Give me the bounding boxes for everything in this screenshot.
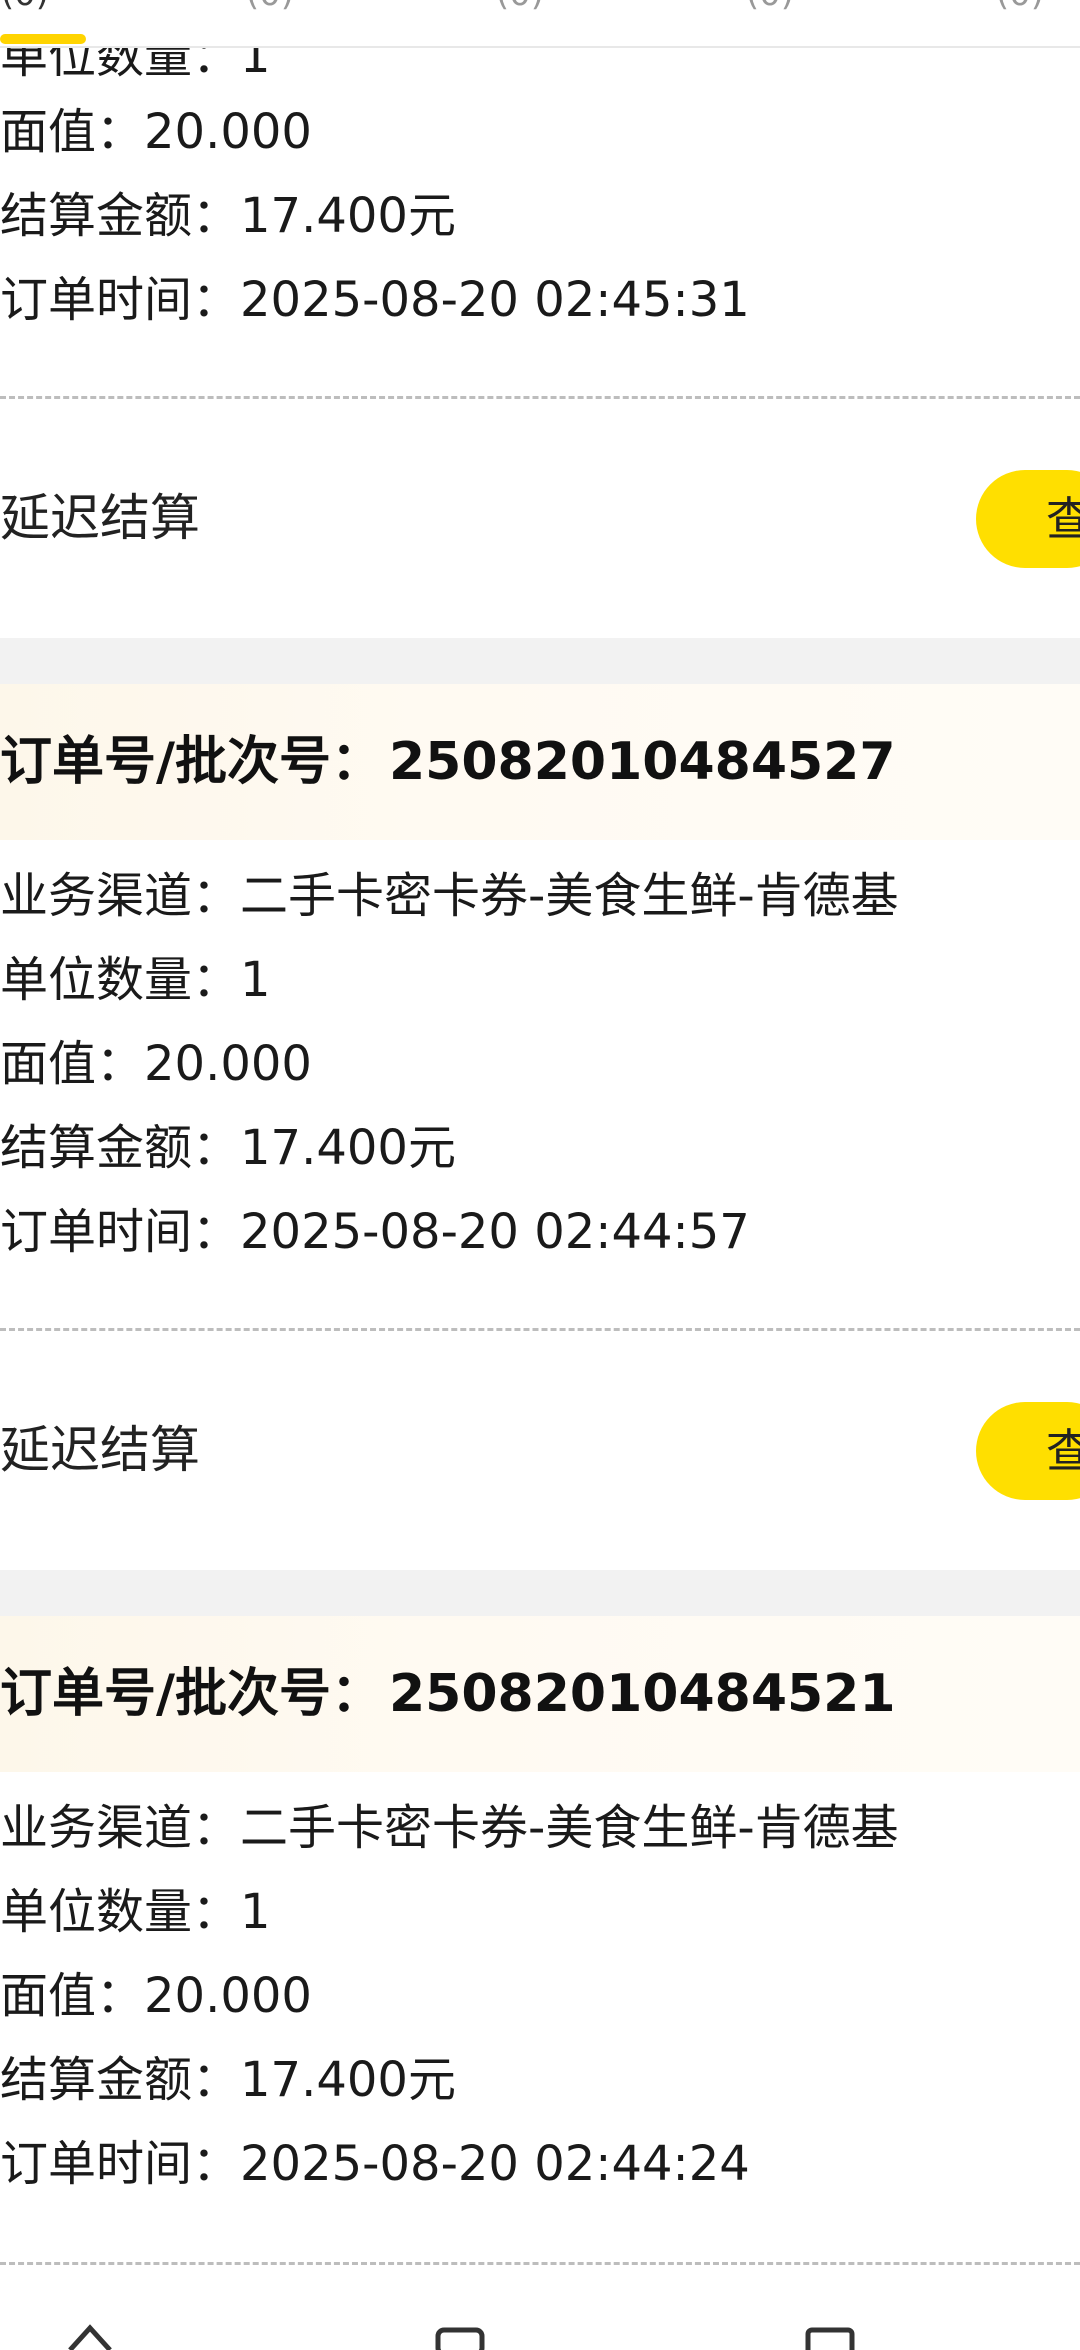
order-number-label: 订单号/批次号： (0, 732, 383, 792)
face-value-label: 面值： (0, 1968, 145, 2024)
face-value-value: 20.000 (144, 1036, 312, 1092)
order-number-value: 25082010484527 (389, 732, 896, 792)
settle-amount-value: 17.400元 (240, 188, 456, 244)
order-time-label: 订单时间： (0, 2136, 241, 2192)
order-time-label: 订单时间： (0, 272, 241, 328)
tab-3[interactable]: (0) (485, 0, 555, 14)
settlement-status: 延迟结算 (0, 1421, 200, 1479)
divider (0, 1328, 1080, 1331)
active-tab-indicator (0, 34, 86, 44)
settle-amount-label: 结算金额： (0, 2052, 241, 2108)
tab-1[interactable]: (0) (0, 0, 60, 14)
bottom-nav (0, 2280, 1080, 2350)
quantity-value: 1 (240, 952, 271, 1008)
order-time-row: 订单时间：2025-08-20 02:44:57 (0, 1204, 750, 1260)
settle-amount-row: 结算金额：17.400元 (0, 188, 456, 244)
view-button[interactable]: 查 (976, 470, 1080, 568)
order-time-row: 订单时间：2025-08-20 02:45:31 (0, 272, 750, 328)
settle-amount-value: 17.400元 (240, 1120, 456, 1176)
quantity-label: 单位数量： (0, 952, 241, 1008)
order-number: 订单号/批次号： 25082010484527 (0, 732, 896, 792)
section-gap (0, 638, 1080, 684)
orders-icon[interactable] (430, 2320, 490, 2350)
settle-amount-row: 结算金额：17.400元 (0, 1120, 456, 1176)
channel-label: 业务渠道： (0, 1800, 241, 1856)
profile-icon[interactable] (800, 2320, 860, 2350)
quantity-row: 单位数量：1 (0, 952, 271, 1008)
tab-5[interactable]: (0) (985, 0, 1055, 14)
order-number-label: 订单号/批次号： (0, 1664, 383, 1724)
section-gap (0, 1570, 1080, 1616)
order-time-value: 2025-08-20 02:44:57 (240, 1204, 750, 1260)
divider (0, 2262, 1080, 2265)
order-time-value: 2025-08-20 02:44:24 (240, 2136, 750, 2192)
settle-amount-label: 结算金额： (0, 1120, 241, 1176)
quantity-row: 单位数量：1 (0, 1884, 271, 1940)
face-value-label: 面值： (0, 1036, 145, 1092)
order-header: 订单号/批次号： 25082010484521 (0, 1616, 1080, 1772)
quantity-label: 单位数量： (0, 1884, 241, 1940)
order-number-value: 25082010484521 (389, 1664, 896, 1724)
face-value-value: 20.000 (144, 1968, 312, 2024)
channel-row: 业务渠道：二手卡密卡券-美食生鲜-肯德基 (0, 868, 899, 924)
order-time-row: 订单时间：2025-08-20 02:44:24 (0, 2136, 750, 2192)
face-value-value: 20.000 (144, 104, 312, 160)
channel-label: 业务渠道： (0, 868, 241, 924)
face-value-row: 面值：20.000 (0, 104, 312, 160)
order-time-value: 2025-08-20 02:45:31 (240, 272, 750, 328)
tab-2[interactable]: (0) (235, 0, 305, 14)
face-value-label: 面值： (0, 104, 145, 160)
order-time-label: 订单时间： (0, 1204, 241, 1260)
tab-bar: (0) (0) (0) (0) (0) (0, 0, 1080, 48)
settle-amount-row: 结算金额：17.400元 (0, 2052, 456, 2108)
settlement-status: 延迟结算 (0, 489, 200, 547)
home-icon[interactable] (60, 2320, 120, 2350)
channel-value: 二手卡密卡券-美食生鲜-肯德基 (240, 1800, 899, 1856)
face-value-row: 面值：20.000 (0, 1036, 312, 1092)
channel-value: 二手卡密卡券-美食生鲜-肯德基 (240, 868, 899, 924)
order-header: 订单号/批次号： 25082010484527 (0, 684, 1080, 840)
divider (0, 396, 1080, 399)
view-button[interactable]: 查 (976, 1402, 1080, 1500)
face-value-row: 面值：20.000 (0, 1968, 312, 2024)
channel-row: 业务渠道：二手卡密卡券-美食生鲜-肯德基 (0, 1800, 899, 1856)
tab-4[interactable]: (0) (735, 0, 805, 14)
order-number: 订单号/批次号： 25082010484521 (0, 1664, 896, 1724)
settle-amount-label: 结算金额： (0, 188, 241, 244)
quantity-value: 1 (240, 1884, 271, 1940)
settle-amount-value: 17.400元 (240, 2052, 456, 2108)
